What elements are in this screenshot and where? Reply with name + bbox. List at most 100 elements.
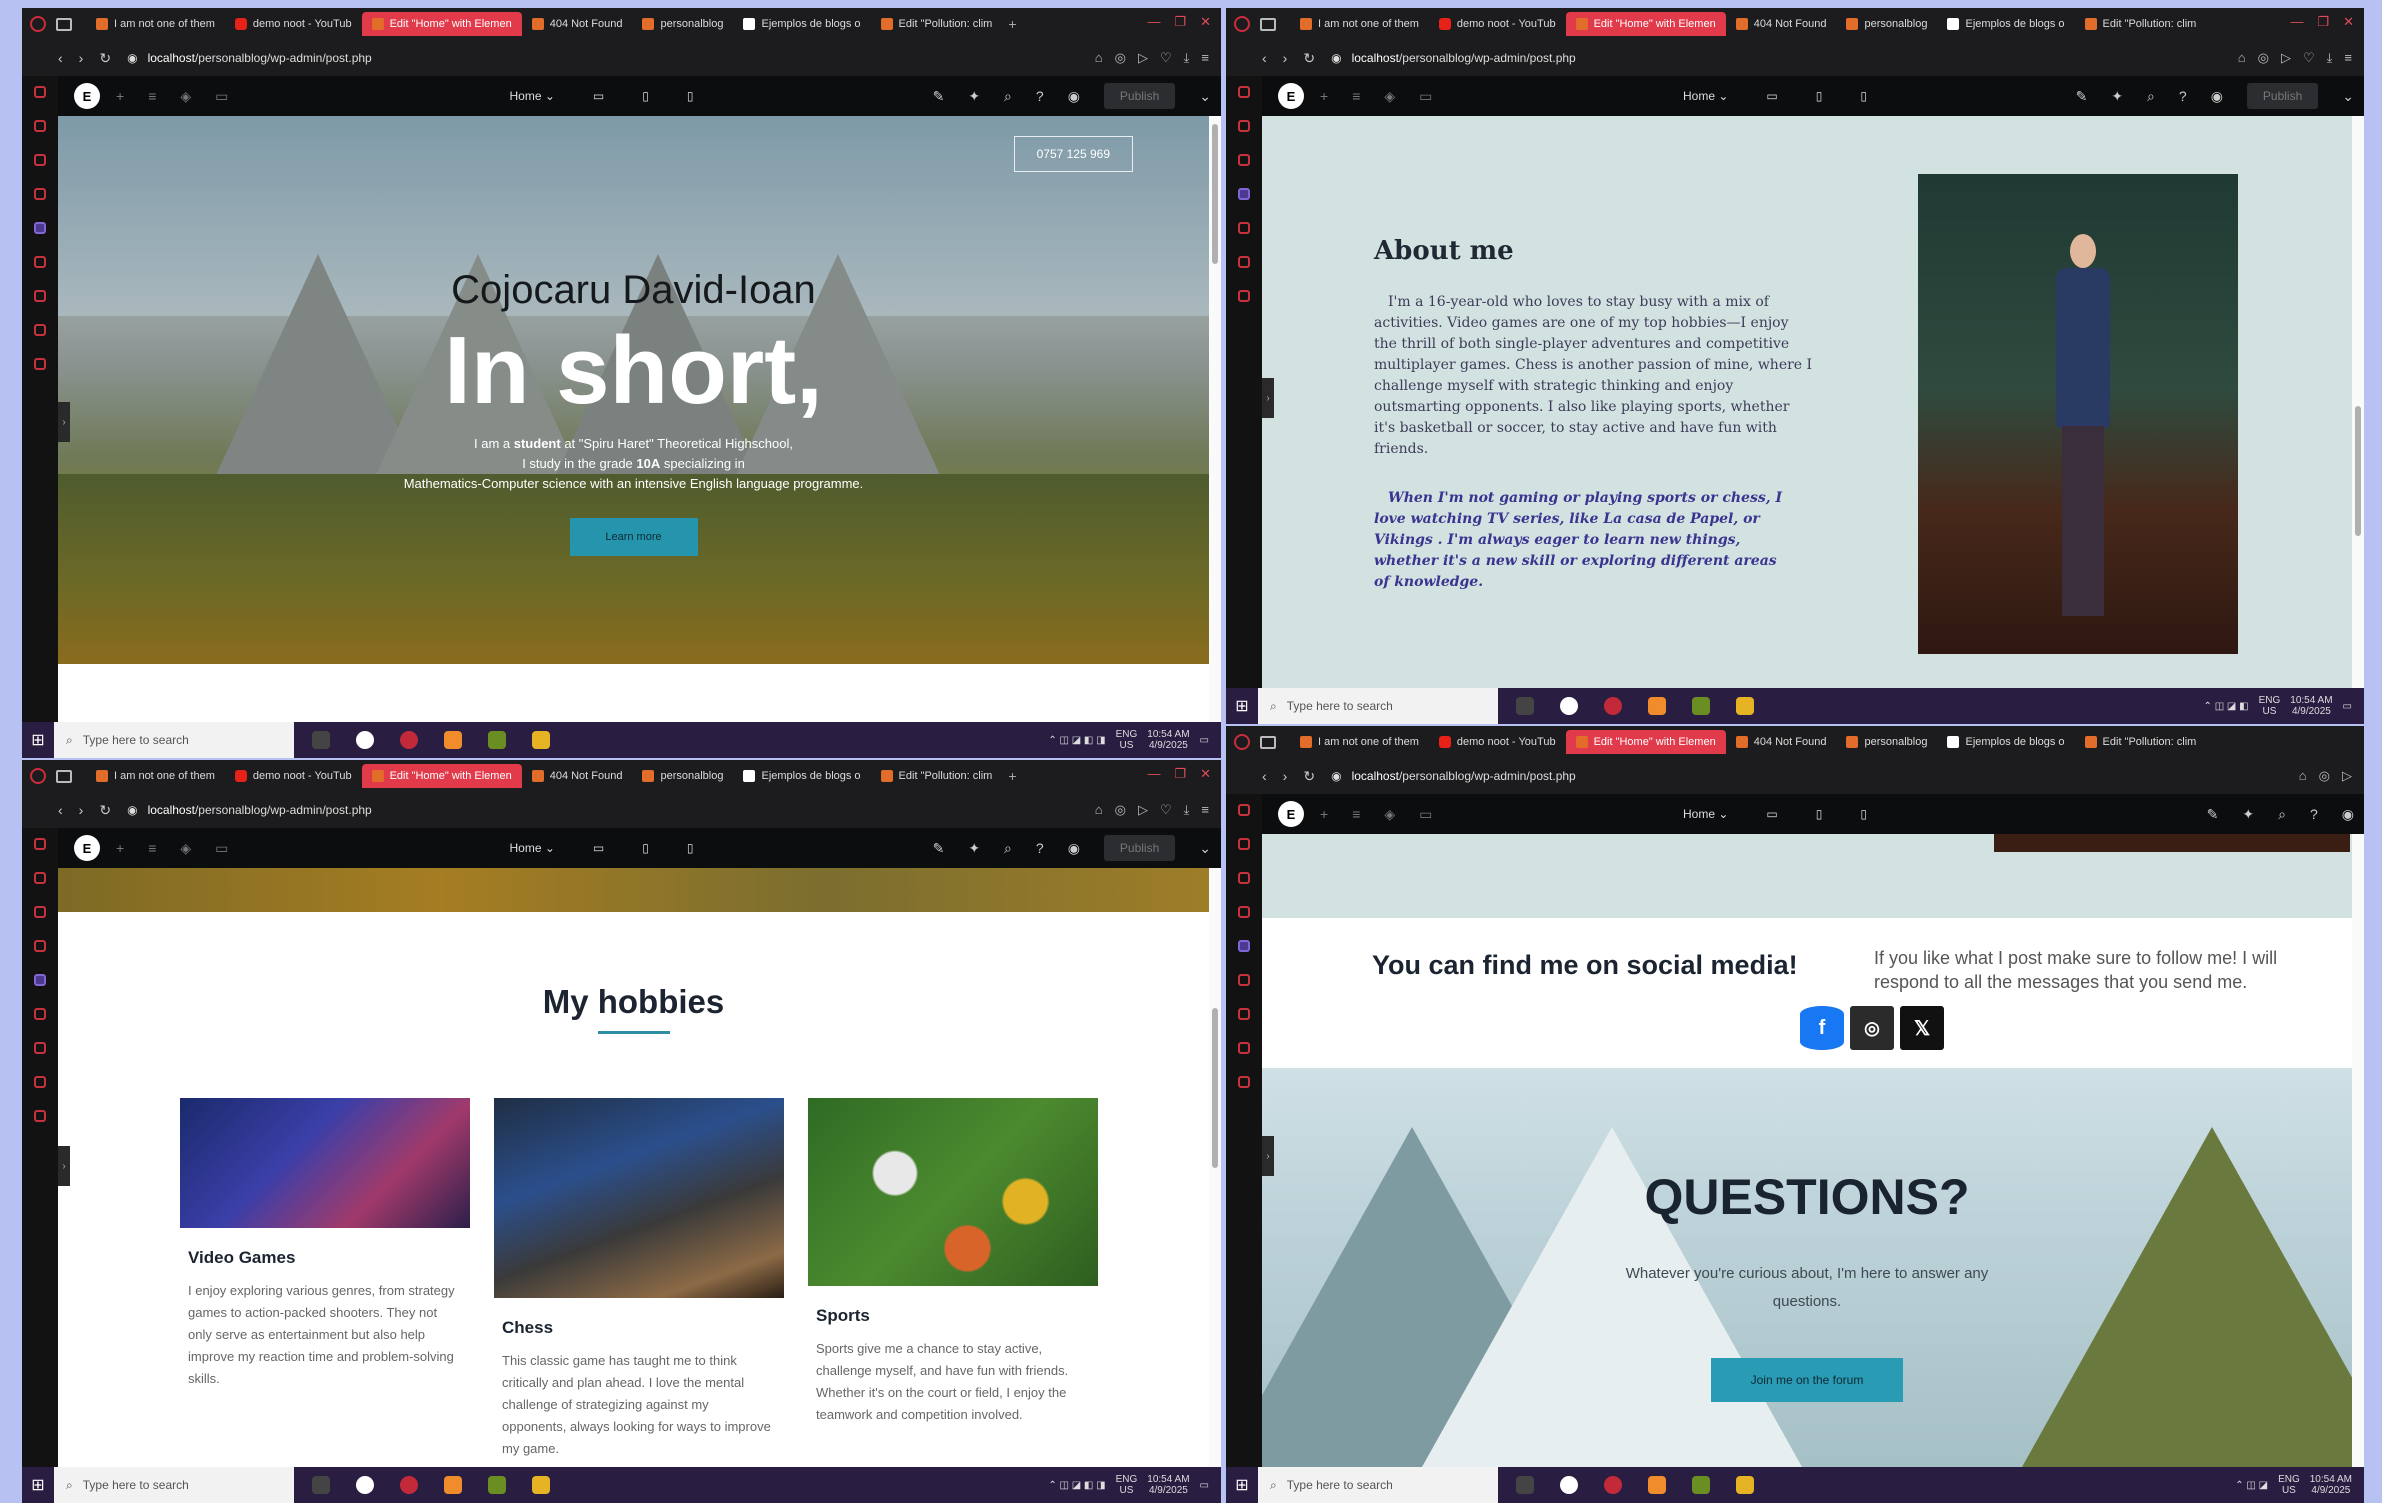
sidebar-icon[interactable] (1238, 1042, 1250, 1054)
facebook-icon[interactable]: f (1800, 1006, 1844, 1050)
workspaces-icon[interactable] (1260, 17, 1276, 31)
play-icon[interactable]: ▷ (1138, 50, 1148, 66)
app-icon[interactable] (1648, 1476, 1666, 1494)
sidebar-icon[interactable] (1238, 838, 1250, 850)
file-explorer-icon[interactable] (532, 1476, 550, 1494)
windows-start-icon[interactable]: ⊞ (1226, 696, 1258, 716)
tab[interactable]: personalblog (1836, 12, 1937, 36)
sidebar-icon[interactable] (1238, 154, 1250, 166)
forward-icon[interactable]: › (1283, 50, 1288, 66)
taskbar-search[interactable]: ⌕ Type here to search (1258, 688, 1498, 724)
back-icon[interactable]: ‹ (58, 50, 63, 66)
app-icon[interactable] (444, 731, 462, 749)
app-icon[interactable] (356, 731, 374, 749)
tab[interactable]: Ejemplos de blogs o (1937, 730, 2074, 754)
sidebar-icon[interactable] (34, 290, 46, 302)
url-field[interactable]: ◉ localhost/personalblog/wp-admin/post.ph… (1331, 769, 1576, 783)
sidebar-icon[interactable] (34, 1042, 46, 1054)
clock[interactable]: 10:54 AM 4/9/2025 (2290, 695, 2332, 717)
opera-icon[interactable] (30, 16, 46, 32)
url-field[interactable]: ◉ localhost/personalblog/wp-admin/post.ph… (1331, 51, 1576, 65)
close-icon[interactable]: ✕ (2343, 14, 2354, 30)
windows-start-icon[interactable]: ⊞ (22, 1475, 54, 1495)
sidebar-icon[interactable] (34, 154, 46, 166)
notification-icon[interactable]: ▭ (2343, 701, 2352, 712)
sidebar-icon[interactable] (34, 838, 46, 850)
download-icon[interactable]: ⤓ (1184, 50, 1190, 66)
new-tab-icon[interactable]: + (1008, 768, 1016, 784)
sidebar-icon[interactable] (1238, 974, 1250, 986)
help-icon[interactable]: ? (1036, 88, 1044, 104)
sidebar-icon[interactable] (34, 120, 46, 132)
taskbar-search[interactable]: ⌕ Type here to search (54, 722, 294, 758)
join-forum-button[interactable]: Join me on the forum (1711, 1358, 1903, 1402)
sidebar-icon[interactable] (34, 872, 46, 884)
collapse-panel-icon[interactable]: › (58, 1146, 70, 1186)
add-element-icon[interactable]: + (1320, 806, 1328, 823)
phone-button[interactable]: 0757 125 969 (1013, 136, 1133, 172)
search-icon[interactable]: ⌕ (1004, 88, 1012, 105)
search-icon[interactable]: ⌕ (2278, 806, 2286, 823)
scrollbar-thumb[interactable] (1212, 124, 1218, 264)
clock[interactable]: 10:54 AM 4/9/2025 (2310, 1474, 2352, 1496)
elementor-logo[interactable]: E (1278, 83, 1304, 109)
site-settings-icon[interactable]: ◈ (1384, 806, 1395, 823)
page-selector[interactable]: Home ⌄ (1683, 89, 1728, 103)
reload-icon[interactable]: ↻ (1303, 50, 1315, 67)
minimize-icon[interactable]: — (2290, 14, 2303, 30)
preview-icon[interactable]: ◉ (1068, 840, 1080, 857)
url-field[interactable]: ◉ localhost/personalblog/wp-admin/post.ph… (127, 51, 372, 65)
menu-icon[interactable]: ≡ (1201, 802, 1209, 818)
sidebar-icon[interactable] (34, 1008, 46, 1020)
preview-icon[interactable]: ◉ (1068, 88, 1080, 105)
sidebar-icon[interactable] (1238, 1076, 1250, 1088)
tray-icons[interactable]: ⌃ ◫ ◪ (2235, 1480, 2268, 1491)
close-icon[interactable]: ✕ (1200, 766, 1211, 782)
collapse-panel-icon[interactable]: › (1262, 378, 1274, 418)
minimize-icon[interactable]: — (1147, 14, 1160, 30)
page-selector[interactable]: Home ⌄ (510, 89, 555, 103)
tab[interactable]: I am not one of them (86, 12, 225, 36)
sidebar-icon[interactable] (1238, 906, 1250, 918)
download-icon[interactable]: ⤓ (2327, 50, 2333, 66)
notes-icon[interactable]: ✦ (968, 88, 980, 105)
sidebar-icon[interactable] (34, 188, 46, 200)
camera-icon[interactable]: ◎ (2258, 50, 2269, 66)
scrollbar-thumb[interactable] (2355, 406, 2361, 536)
camera-icon[interactable]: ◎ (1115, 802, 1126, 818)
play-icon[interactable]: ▷ (2342, 768, 2352, 784)
tab[interactable]: Ejemplos de blogs o (733, 764, 870, 788)
app-icon[interactable] (1692, 697, 1710, 715)
reload-icon[interactable]: ↻ (99, 50, 111, 67)
tab[interactable]: Ejemplos de blogs o (733, 12, 870, 36)
tab-active[interactable]: Edit "Home" with Elemen (361, 764, 522, 788)
app-icon[interactable] (1648, 697, 1666, 715)
chevron-down-icon[interactable]: ⌄ (1199, 88, 1211, 105)
back-icon[interactable]: ‹ (58, 802, 63, 818)
reload-icon[interactable]: ↻ (1303, 768, 1315, 785)
forward-icon[interactable]: › (79, 50, 84, 66)
publish-button[interactable]: Publish (1103, 835, 1176, 861)
minimize-icon[interactable]: — (1147, 766, 1160, 782)
extension-icon[interactable]: ⌂ (2299, 768, 2307, 784)
publish-button[interactable]: Publish (1103, 83, 1176, 109)
desktop-icon[interactable]: ▭ (1766, 89, 1777, 103)
tab[interactable]: 404 Not Found (522, 764, 633, 788)
structure-icon[interactable]: ≡ (1352, 88, 1360, 105)
camera-icon[interactable]: ◎ (2319, 768, 2330, 784)
add-element-icon[interactable]: + (116, 840, 124, 857)
workspaces-icon[interactable] (1260, 735, 1276, 749)
app-icon[interactable] (488, 731, 506, 749)
tab[interactable]: 404 Not Found (1726, 12, 1837, 36)
download-icon[interactable]: ⤓ (1184, 802, 1190, 818)
sidebar-icon[interactable] (34, 1076, 46, 1088)
scrollbar[interactable] (2352, 834, 2364, 1467)
clock[interactable]: 10:54 AM 4/9/2025 (1147, 729, 1189, 751)
scrollbar[interactable] (1209, 116, 1221, 722)
tab[interactable]: Ejemplos de blogs o (1937, 12, 2074, 36)
sidebar-icon[interactable] (34, 86, 46, 98)
tray-icons[interactable]: ⌃ ◫ ◪ ◧ ◨ (1048, 1480, 1105, 1491)
play-icon[interactable]: ▷ (2281, 50, 2291, 66)
desktop-icon[interactable]: ▭ (593, 89, 604, 103)
desktop-icon[interactable]: ▭ (1766, 807, 1777, 821)
